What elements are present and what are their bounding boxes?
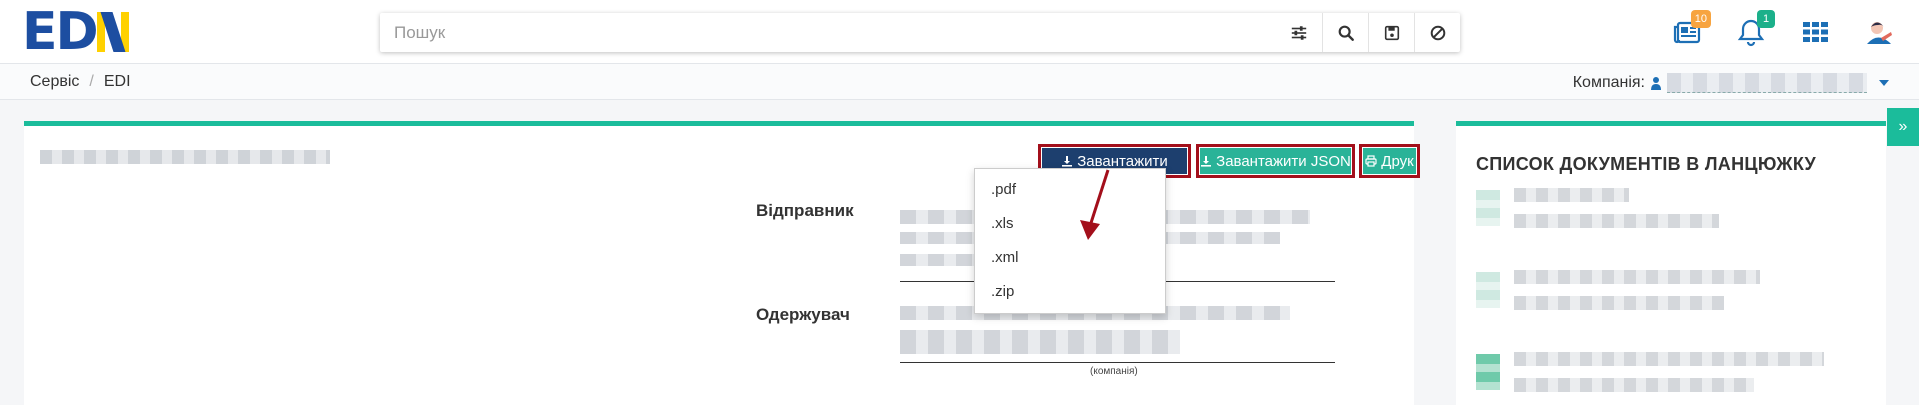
search-input[interactable] [380, 13, 1276, 52]
document-status-icon [1476, 272, 1500, 308]
search-bar [380, 13, 1460, 52]
user-avatar-icon [1867, 22, 1892, 44]
search-button[interactable] [1322, 13, 1368, 52]
document-chain-panel: СПИСОК ДОКУМЕНТІВ В ЛАНЦЮЖКУ [1456, 121, 1886, 405]
expand-panel-button[interactable]: » [1887, 108, 1919, 146]
company-selector[interactable]: Компанія: [1573, 73, 1889, 93]
floppy-disk-icon [1384, 25, 1399, 40]
download-button-label: Завантажити [1077, 152, 1168, 170]
chain-document-name-redacted [1514, 270, 1760, 284]
annotation-arrow [1080, 169, 1110, 240]
clear-search-button[interactable] [1414, 13, 1460, 52]
document-chain-title: СПИСОК ДОКУМЕНТІВ В ЛАНЦЮЖКУ [1476, 154, 1817, 174]
notifications-button[interactable]: 1 [1731, 10, 1775, 52]
print-button-label: Друк [1381, 152, 1414, 170]
breadcrumb-separator: / [89, 73, 94, 90]
chevron-down-icon[interactable] [1879, 80, 1889, 86]
printer-icon [1365, 155, 1377, 167]
download-icon [1201, 156, 1212, 167]
breadcrumb-item-edi[interactable]: EDI [104, 73, 131, 91]
document-card: Завантажити Завантажити JSON Друк [24, 121, 1420, 405]
chain-document-name-redacted [1514, 188, 1629, 202]
company-label: Компанія: [1572, 74, 1645, 91]
notification-count-badge: 1 [1757, 10, 1775, 28]
receiver-underline [900, 362, 1335, 363]
apps-grid-icon [1803, 22, 1828, 42]
edin-logo[interactable]: ED [22, 2, 129, 62]
search-icon [1338, 25, 1354, 41]
top-header: ED 10 1 [0, 0, 1919, 64]
news-count-badge: 10 [1690, 10, 1711, 28]
apps-menu-button[interactable] [1795, 12, 1835, 52]
filter-settings-button[interactable] [1276, 13, 1322, 52]
chain-document-meta-redacted [1514, 378, 1754, 392]
chain-document-name-redacted [1514, 352, 1824, 366]
breadcrumb: Сервіс / EDI [30, 73, 131, 91]
chain-document-meta-redacted [1514, 214, 1719, 228]
chain-document-meta-redacted [1514, 296, 1724, 310]
news-button[interactable]: 10 [1667, 10, 1711, 52]
logo-text-n [96, 12, 129, 52]
ban-icon [1430, 25, 1445, 40]
download-format-zip[interactable]: .zip [975, 275, 1165, 309]
download-json-button-label: Завантажити JSON [1216, 152, 1351, 170]
receiver-label: Одержувач [756, 305, 850, 324]
person-icon [1651, 76, 1661, 90]
document-status-icon [1476, 190, 1500, 226]
double-chevron-right-icon: » [1898, 118, 1908, 135]
download-json-button[interactable]: Завантажити JSON [1196, 144, 1355, 178]
document-status-icon [1476, 354, 1500, 390]
save-search-button[interactable] [1368, 13, 1414, 52]
chain-document-item[interactable] [1470, 266, 1870, 326]
sliders-icon [1291, 25, 1307, 40]
company-caption: (компанія) [1090, 366, 1138, 377]
print-button[interactable]: Друк [1359, 144, 1420, 178]
company-value-redacted [1667, 73, 1867, 93]
chain-document-item[interactable] [1470, 348, 1870, 405]
receiver-details-redacted [900, 330, 1180, 354]
header-icons: 10 1 [1667, 10, 1899, 54]
breadcrumb-item-service[interactable]: Сервіс [30, 73, 79, 91]
document-title-redacted [40, 150, 330, 164]
chain-document-item[interactable] [1470, 184, 1870, 244]
breadcrumb-bar: Сервіс / EDI Компанія: [0, 64, 1919, 100]
sender-label: Відправник [756, 201, 854, 220]
logo-text-ed: ED [22, 2, 99, 62]
download-icon [1062, 156, 1073, 167]
user-profile-button[interactable] [1859, 12, 1899, 52]
